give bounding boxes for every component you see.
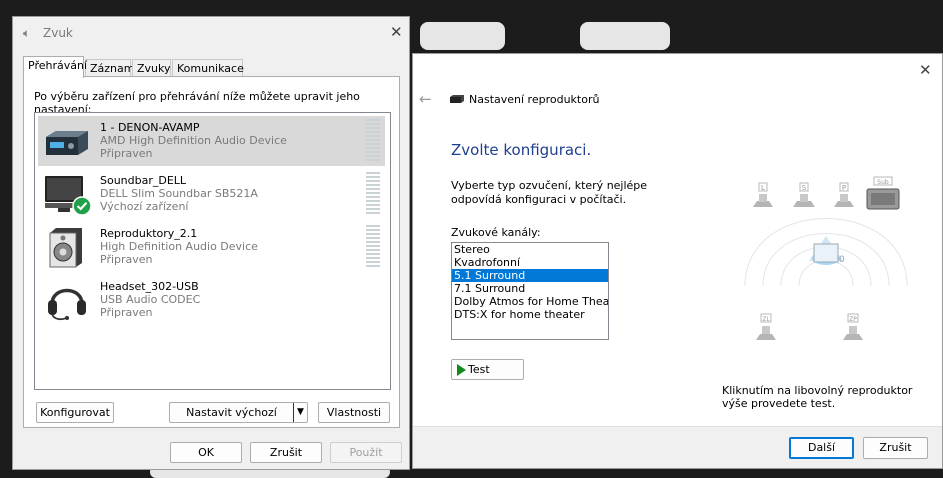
test-button-label: Test: [468, 363, 490, 376]
device-name: Headset_302-USB: [100, 280, 199, 293]
sound-dialog: 🔈︎ Zvuk ✕ Přehrávání Záznam Zvuky Komuni…: [12, 16, 410, 470]
wizard-cancel-button[interactable]: Zrušit: [863, 437, 928, 459]
wizard-heading: Zvolte konfiguraci.: [451, 141, 592, 159]
device-description: AMD High Definition Audio Device: [100, 134, 287, 147]
device-description: DELL Slim Soundbar SB521A: [100, 187, 258, 200]
back-arrow-icon[interactable]: ←: [419, 90, 432, 108]
test-hint: Kliknutím na libovolný reproduktor výše …: [722, 384, 913, 410]
svg-text:Sub: Sub: [877, 179, 889, 186]
desktop-background-shape: [580, 22, 670, 50]
svg-text:0: 0: [839, 255, 845, 265]
tab-playback[interactable]: Přehrávání: [23, 56, 87, 78]
device-item-soundbar[interactable]: Soundbar_DELL DELL Slim Soundbar SB521A …: [38, 169, 385, 219]
cancel-button[interactable]: Zrušit: [250, 442, 322, 463]
svg-text:L: L: [761, 184, 765, 192]
ok-button[interactable]: OK: [170, 442, 242, 463]
svg-text:ZL: ZL: [762, 316, 770, 323]
device-item-headset[interactable]: Headset_302-USB USB Audio CODEC Připrave…: [38, 275, 385, 325]
speaker-rear-left[interactable]: ZL: [756, 313, 776, 340]
speaker-layout-diagram: 0 L S P Sub ZL ZP: [744, 176, 908, 340]
speaker-setup-icon: [450, 95, 464, 103]
device-item-denon[interactable]: 1 - DENON-AVAMP AMD High Definition Audi…: [38, 116, 385, 166]
speaker-app-icon: 🔈︎: [23, 26, 31, 40]
device-status: Výchozí zařízení: [100, 200, 189, 213]
device-description: High Definition Audio Device: [100, 240, 258, 253]
device-description: USB Audio CODEC: [100, 293, 201, 306]
av-receiver-icon: [46, 131, 88, 155]
desktop-background-shape: [420, 22, 505, 50]
close-icon[interactable]: ✕: [390, 25, 403, 40]
wizard-title: Nastavení reproduktorů: [469, 93, 600, 106]
headset-icon: [48, 288, 86, 321]
device-name: Soundbar_DELL: [100, 174, 187, 187]
svg-text:S: S: [802, 184, 807, 192]
speaker-subwoofer[interactable]: Sub: [866, 176, 900, 210]
volume-level-meter: [366, 172, 380, 216]
wizard-description: Vyberte typ ozvučení, který nejlépe odpo…: [451, 179, 648, 206]
channel-option-selected[interactable]: 5.1 Surround: [452, 269, 608, 282]
channel-option[interactable]: DTS:X for home theater: [452, 308, 608, 321]
channels-label: Zvukové kanály:: [451, 226, 541, 239]
device-status: Připraven: [100, 147, 153, 160]
speaker-icon: [49, 228, 82, 268]
volume-level-meter: [366, 225, 380, 269]
device-name: Reproduktory_2.1: [100, 227, 198, 240]
device-item-speakers[interactable]: Reproduktory_2.1 High Definition Audio D…: [38, 222, 385, 272]
tab-recording[interactable]: Záznam: [85, 59, 134, 77]
tab-communications[interactable]: Komunikace: [172, 59, 244, 77]
audio-channels-list[interactable]: Stereo Kvadrofonní 5.1 Surround 7.1 Surr…: [451, 242, 609, 340]
tab-sounds[interactable]: Zvuky: [132, 59, 171, 77]
close-icon[interactable]: ✕: [919, 63, 932, 78]
channel-option[interactable]: Kvadrofonní: [452, 256, 608, 269]
sound-dialog-titlebar: 🔈︎ Zvuk ✕: [13, 17, 409, 49]
sound-dialog-title: Zvuk: [43, 26, 73, 40]
set-default-label: Nastavit výchozí: [186, 406, 277, 419]
configure-button[interactable]: Konfigurovat: [36, 402, 114, 423]
svg-text:ZP: ZP: [849, 316, 857, 323]
channel-option[interactable]: 7.1 Surround: [452, 282, 608, 295]
speaker-right[interactable]: P: [834, 182, 854, 207]
default-check-icon: [72, 196, 92, 216]
test-button[interactable]: Test: [451, 359, 524, 380]
channel-option[interactable]: Stereo: [452, 243, 608, 256]
next-button[interactable]: Další: [789, 437, 854, 459]
speaker-center[interactable]: S: [793, 182, 815, 207]
dropdown-arrow-icon[interactable]: ▼: [293, 403, 307, 422]
playback-panel: Po výběru zařízení pro přehrávání níže m…: [23, 76, 400, 428]
device-status: Připraven: [100, 306, 153, 319]
volume-level-meter: [366, 119, 380, 163]
speaker-left[interactable]: L: [753, 182, 773, 207]
play-icon: [457, 364, 466, 376]
properties-button[interactable]: Vlastnosti: [318, 402, 390, 423]
speaker-rear-right[interactable]: ZP: [843, 313, 863, 340]
svg-text:P: P: [842, 184, 846, 192]
playback-device-list[interactable]: 1 - DENON-AVAMP AMD High Definition Audi…: [34, 112, 391, 390]
speaker-setup-wizard: ✕ ← Nastavení reproduktorů Zvolte konfig…: [412, 53, 943, 469]
apply-button[interactable]: Použít: [330, 442, 402, 463]
channel-option[interactable]: Dolby Atmos for Home Theater: [452, 295, 608, 308]
set-default-button[interactable]: Nastavit výchozí ▼: [169, 402, 308, 423]
device-name: 1 - DENON-AVAMP: [100, 121, 200, 134]
device-status: Připraven: [100, 253, 153, 266]
wizard-footer: Další Zrušit: [413, 426, 942, 468]
